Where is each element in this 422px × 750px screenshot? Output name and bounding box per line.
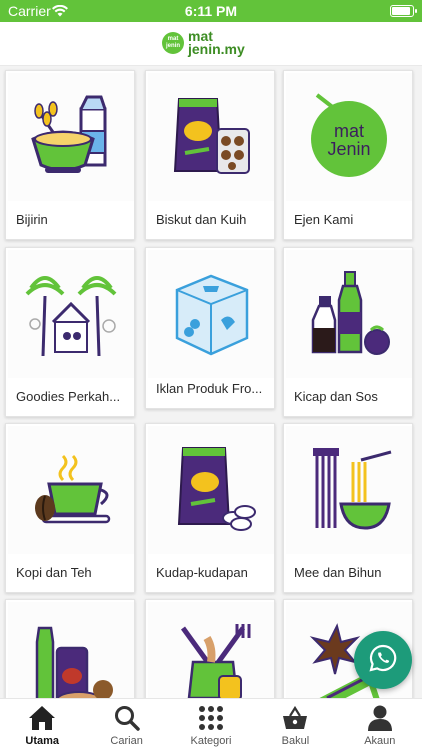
category-card-biskut[interactable]: Biskut dan Kuih bbox=[145, 70, 275, 240]
whatsapp-icon bbox=[368, 643, 398, 678]
tab-label: Carian bbox=[110, 735, 143, 747]
matjenin-logo[interactable]: mat jenin mat jenin.my bbox=[162, 28, 245, 58]
tab-utama[interactable]: Utama bbox=[0, 699, 84, 750]
category-card-goodies[interactable]: Goodies Perkah... bbox=[5, 247, 135, 417]
tab-kategori[interactable]: Kategori bbox=[169, 699, 253, 750]
category-label: Biskut dan Kuih bbox=[156, 212, 247, 227]
category-label: Bijirin bbox=[16, 212, 48, 227]
bottom-tab-bar: Utama Carian Kategori Bakul Akaun bbox=[0, 698, 422, 750]
basket-icon bbox=[281, 704, 309, 732]
user-icon bbox=[366, 704, 394, 732]
noodle-icon bbox=[286, 426, 412, 554]
category-grid[interactable]: Bijirin Biskut dan Kuih mat Jenin Ejen K… bbox=[0, 66, 422, 698]
category-label: Mee dan Bihun bbox=[294, 565, 382, 580]
tab-bakul[interactable]: Bakul bbox=[253, 699, 337, 750]
category-card-mee[interactable]: Mee dan Bihun bbox=[283, 423, 413, 593]
category-label: Ejen Kami bbox=[294, 212, 354, 227]
wedding-goodies-icon bbox=[8, 250, 134, 378]
clock: 6:11 PM bbox=[184, 3, 238, 19]
svg-text:mat: mat bbox=[334, 121, 364, 141]
matjenin-coconut-icon: mat Jenin bbox=[286, 73, 412, 201]
grid-icon bbox=[197, 704, 225, 732]
tab-label: Bakul bbox=[281, 735, 310, 747]
condiment-jars-icon bbox=[8, 602, 134, 698]
cooking-ingredients-icon bbox=[148, 602, 274, 698]
sauce-bottle-icon bbox=[286, 250, 412, 378]
snack-bag-icon bbox=[148, 426, 274, 554]
battery-icon bbox=[390, 5, 417, 17]
coffee-tea-icon bbox=[8, 426, 134, 554]
category-card-ingredients[interactable] bbox=[145, 599, 275, 698]
category-card-bijirin[interactable]: Bijirin bbox=[5, 70, 135, 240]
category-card-kopi[interactable]: Kopi dan Teh bbox=[5, 423, 135, 593]
logo-text: mat jenin.my bbox=[188, 28, 245, 57]
logo-badge: mat jenin bbox=[162, 32, 184, 54]
tab-akaun[interactable]: Akaun bbox=[338, 699, 422, 750]
category-label: Kopi dan Teh bbox=[16, 565, 92, 580]
whatsapp-button[interactable] bbox=[354, 631, 412, 689]
search-icon bbox=[113, 704, 141, 732]
category-card-condiment[interactable] bbox=[5, 599, 135, 698]
app-header: mat jenin mat jenin.my bbox=[0, 22, 422, 66]
category-card-iklan-frozen[interactable]: Iklan Produk Fro... bbox=[145, 247, 275, 409]
svg-text:Jenin: Jenin bbox=[327, 139, 370, 159]
status-bar: Carrier 6:11 PM bbox=[0, 0, 422, 22]
tab-label: Akaun bbox=[364, 735, 396, 747]
category-label: Kicap dan Sos bbox=[294, 389, 378, 404]
tab-carian[interactable]: Carian bbox=[84, 699, 168, 750]
category-label: Iklan Produk Fro... bbox=[156, 381, 263, 396]
cereal-icon bbox=[8, 73, 134, 201]
category-card-kudap[interactable]: Kudap-kudapan bbox=[145, 423, 275, 593]
category-card-ejen-kami[interactable]: mat Jenin Ejen Kami bbox=[283, 70, 413, 240]
category-label: Goodies Perkah... bbox=[16, 389, 121, 404]
frozen-product-icon bbox=[148, 250, 274, 378]
category-card-kicap[interactable]: Kicap dan Sos bbox=[283, 247, 413, 417]
tab-label: Utama bbox=[25, 735, 60, 747]
home-icon bbox=[28, 704, 56, 732]
category-label: Kudap-kudapan bbox=[156, 565, 248, 580]
biscuit-icon bbox=[148, 73, 274, 201]
tab-label: Kategori bbox=[190, 735, 232, 747]
